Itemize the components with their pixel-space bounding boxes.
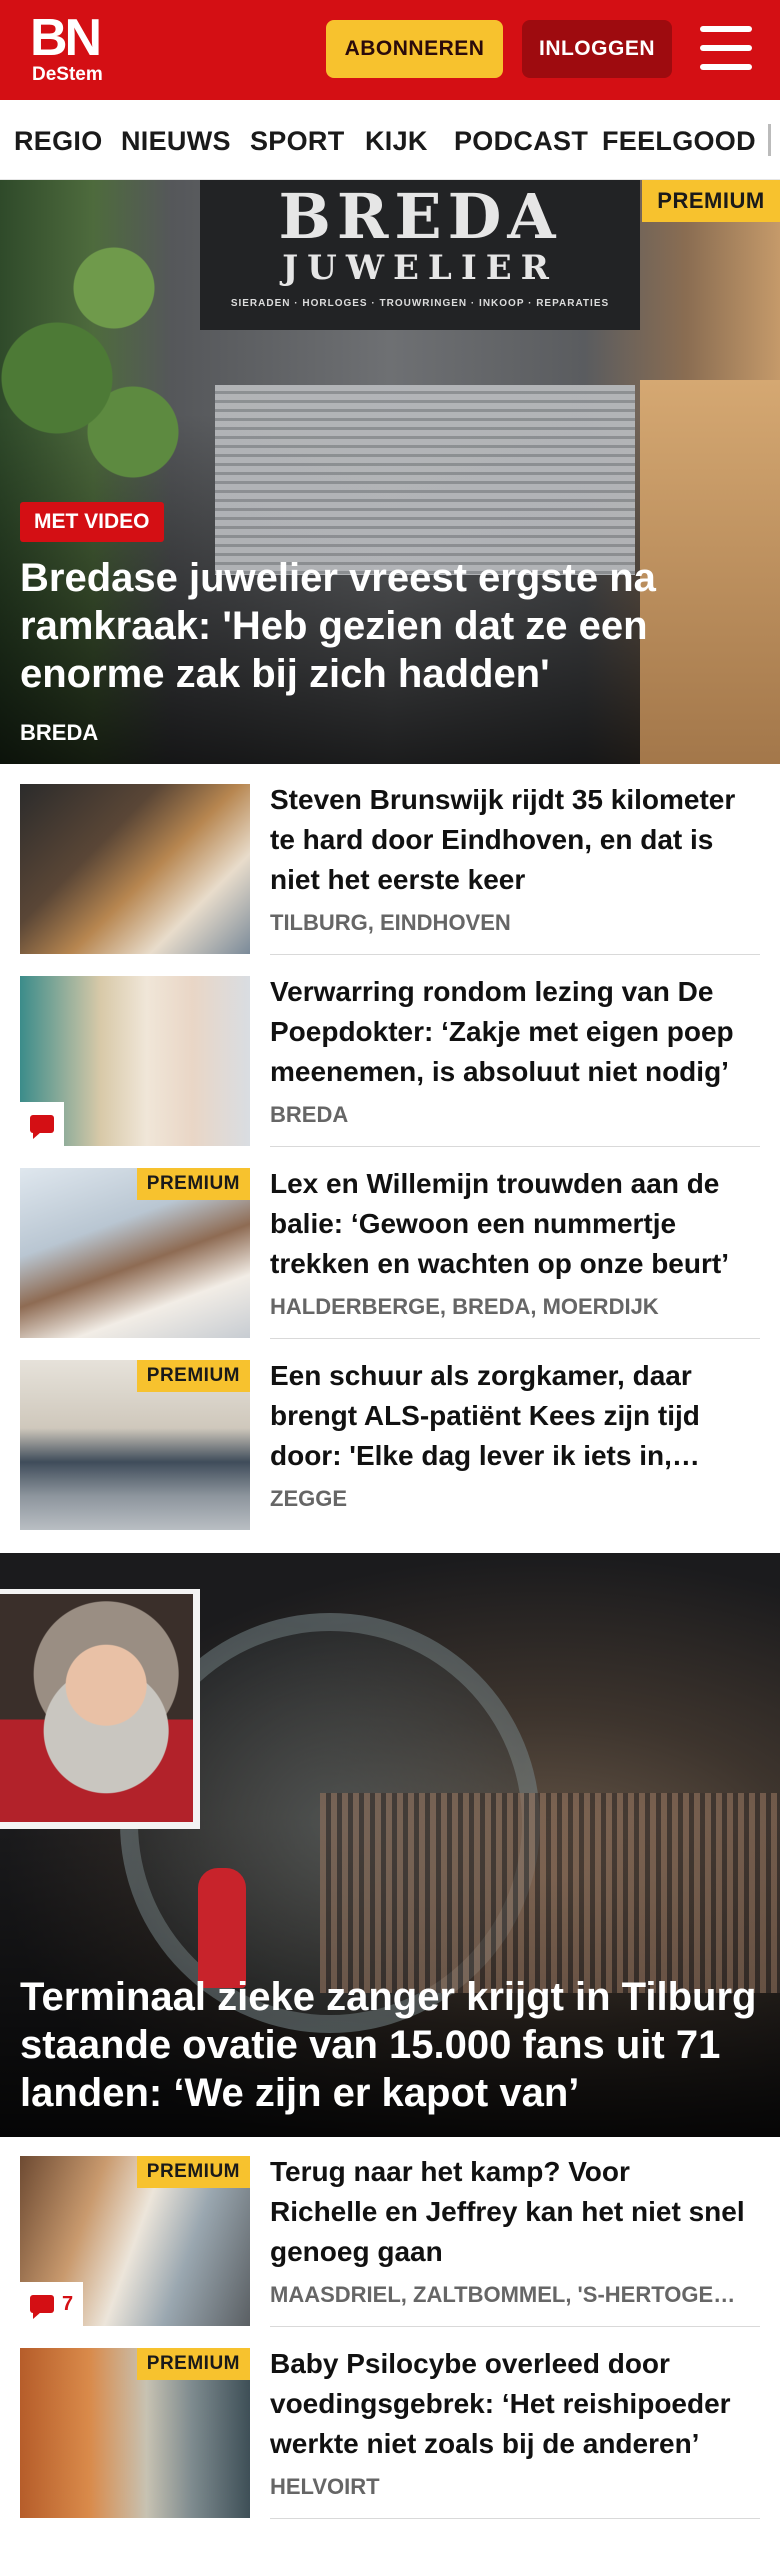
article-title[interactable]: Baby Psilocybe overleed door voedingsgeb…	[270, 2344, 745, 2464]
hero-2-portrait-inset	[0, 1589, 200, 1829]
article-tags: MAASDRIEL, ZALTBOMMEL, 'S-HERTOGENBOSCH	[270, 2282, 750, 2307]
hero-article[interactable]: BREDA JUWELIER SIERADEN · HORLOGES · TRO…	[0, 180, 780, 764]
nav-overflow-indicator	[768, 124, 771, 156]
comment-count: 7	[62, 2292, 74, 2315]
comment-badge: 7	[20, 2282, 84, 2326]
article-thumbnail: PREMIUM	[20, 2348, 250, 2518]
divider	[270, 2326, 760, 2327]
section-nav: REGIO NIEUWS SPORT KIJK PODCAST FEELGOOD	[0, 100, 780, 180]
divider	[270, 2518, 760, 2519]
hero-location-tag: BREDA	[20, 720, 99, 745]
portrait-image	[0, 1594, 193, 1822]
article-thumbnail	[20, 976, 250, 1146]
hero-image-shutter	[215, 385, 635, 575]
list-item[interactable]: PREMIUM Lex en Willemijn trouwden aan de…	[0, 1168, 780, 1360]
divider	[270, 1146, 760, 1147]
list-item[interactable]: PREMIUM Baby Psilocybe overleed door voe…	[0, 2348, 780, 2540]
hero-2-title[interactable]: Terminaal zieke zanger krijgt in Tilburg…	[20, 1973, 770, 2117]
sign-text-services: SIERADEN · HORLOGES · TROUWRINGEN · INKO…	[230, 298, 610, 309]
comment-icon	[30, 1115, 54, 1139]
hero-2-image-crowd	[320, 1793, 780, 1993]
nav-item-podcast[interactable]: PODCAST	[454, 126, 588, 157]
article-title[interactable]: Verwarring rondom lezing van De Poepdokt…	[270, 972, 745, 1092]
article-thumbnail: PREMIUM	[20, 1168, 250, 1338]
hero-image-storefront-sign: BREDA JUWELIER SIERADEN · HORLOGES · TRO…	[200, 180, 640, 330]
premium-badge: PREMIUM	[642, 180, 780, 222]
list-item[interactable]: Steven Brunswijk rijdt 35 kilometer te h…	[0, 784, 780, 976]
hero-2-image-performer	[198, 1868, 246, 1988]
divider	[270, 954, 760, 955]
nav-item-regio[interactable]: REGIO	[14, 126, 103, 157]
comment-badge	[20, 1102, 64, 1146]
article-title[interactable]: Een schuur als zorgkamer, daar brengt AL…	[270, 1356, 745, 1476]
article-title[interactable]: Steven Brunswijk rijdt 35 kilometer te h…	[270, 780, 745, 900]
premium-badge: PREMIUM	[136, 1168, 250, 1200]
article-thumbnail: PREMIUM 7	[20, 2156, 250, 2326]
hero-image-tree	[0, 180, 190, 540]
comment-icon	[30, 2295, 54, 2319]
article-tags: ZEGGE	[270, 1486, 348, 1511]
list-item[interactable]: PREMIUM Een schuur als zorgkamer, daar b…	[0, 1360, 780, 1552]
article-tags: TILBURG, EINDHOVEN	[270, 910, 511, 935]
nav-item-sport[interactable]: SPORT	[250, 126, 345, 157]
subscribe-button[interactable]: ABONNEREN	[326, 20, 503, 78]
premium-badge: PREMIUM	[136, 1360, 250, 1392]
sign-text-breda: BREDA	[278, 180, 562, 253]
nav-item-nieuws[interactable]: NIEUWS	[121, 126, 231, 157]
logo-bn: BN	[30, 9, 102, 67]
divider	[270, 1338, 760, 1339]
article-thumbnail: PREMIUM	[20, 1360, 250, 1530]
site-logo[interactable]: BN DeStem	[30, 9, 120, 86]
menu-icon[interactable]	[700, 26, 752, 72]
sign-text-juwelier: JUWELIER	[282, 248, 558, 288]
article-title[interactable]: Terug naar het kamp? Voor Richelle en Je…	[270, 2152, 745, 2272]
article-tags: HALDERBERGE, BREDA, MOERDIJK	[270, 1294, 659, 1319]
video-label: MET VIDEO	[20, 502, 164, 542]
premium-badge: PREMIUM	[136, 2348, 250, 2380]
article-tags: HELVOIRT	[270, 2474, 380, 2499]
list-item[interactable]: Verwarring rondom lezing van De Poepdokt…	[0, 976, 780, 1168]
hero-title[interactable]: Bredase juwelier vreest ergste na ramkra…	[20, 554, 740, 698]
logo-destem: DeStem	[32, 64, 103, 85]
article-thumbnail	[20, 784, 250, 954]
article-title[interactable]: Lex en Willemijn trouwden aan de balie: …	[270, 1164, 745, 1284]
hero-article-2[interactable]: Terminaal zieke zanger krijgt in Tilburg…	[0, 1553, 780, 2137]
premium-badge: PREMIUM	[136, 2156, 250, 2188]
nav-item-feelgood[interactable]: FEELGOOD	[602, 126, 756, 157]
top-bar: BN DeStem ABONNEREN INLOGGEN	[0, 0, 780, 100]
article-tags: BREDA	[270, 1102, 349, 1127]
login-button[interactable]: INLOGGEN	[522, 20, 672, 78]
list-item[interactable]: PREMIUM 7 Terug naar het kamp? Voor Rich…	[0, 2156, 780, 2348]
nav-item-kijk[interactable]: KIJK	[365, 126, 428, 157]
